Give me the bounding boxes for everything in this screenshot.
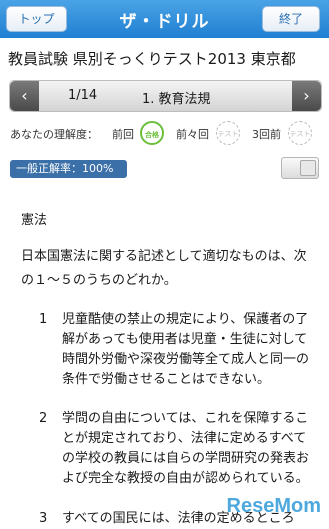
- empty-stamp-icon: テスト: [288, 121, 312, 145]
- choice-text: 学問の自由については、これを保障することが規定されており、法律に定めるすべての学…: [62, 411, 310, 486]
- chevron-right-icon: ›: [303, 86, 310, 105]
- empty-stamp-icon: テスト: [216, 121, 240, 145]
- choice-number: 2: [39, 411, 48, 426]
- toggle-knob: [300, 160, 316, 176]
- question-text: 日本国憲法に関する記述として適切なものは、次の１～５のうちのどれか。: [21, 249, 307, 288]
- prev-question-button[interactable]: ‹: [10, 81, 39, 111]
- resemom-watermark: ReseMom: [226, 495, 321, 517]
- answer-toggle[interactable]: [281, 157, 319, 179]
- choice-text: 児童酷使の禁止の規定により、保護者の了解があっても使用者は児童・生徒に対して時間…: [62, 312, 310, 387]
- app-header: トップ ザ・ドリル 終了: [0, 0, 329, 39]
- test-title: 教員試験 県別そっくりテスト2013 東京都: [8, 50, 296, 68]
- choice-number: 1: [39, 312, 48, 327]
- question-navigator: ‹ 1/14 1. 教育法規 ›: [9, 80, 322, 112]
- understanding-label: あなたの理解度：: [10, 128, 98, 141]
- end-button[interactable]: 終了: [262, 6, 320, 32]
- chevron-left-icon: ‹: [21, 86, 28, 105]
- next-question-button[interactable]: ›: [292, 81, 321, 111]
- choice-number: 3: [39, 511, 48, 526]
- subject-label: 憲法: [21, 213, 48, 228]
- page-indicator: 1/14: [68, 88, 98, 103]
- correct-rate-badge: 一般正解率：100%: [10, 160, 127, 178]
- pass-stamp-icon: 合格: [140, 121, 164, 145]
- section-title: 1. 教育法規: [142, 92, 211, 107]
- test-title-bar: 教員試験 県別そっくりテスト2013 東京都: [0, 38, 329, 78]
